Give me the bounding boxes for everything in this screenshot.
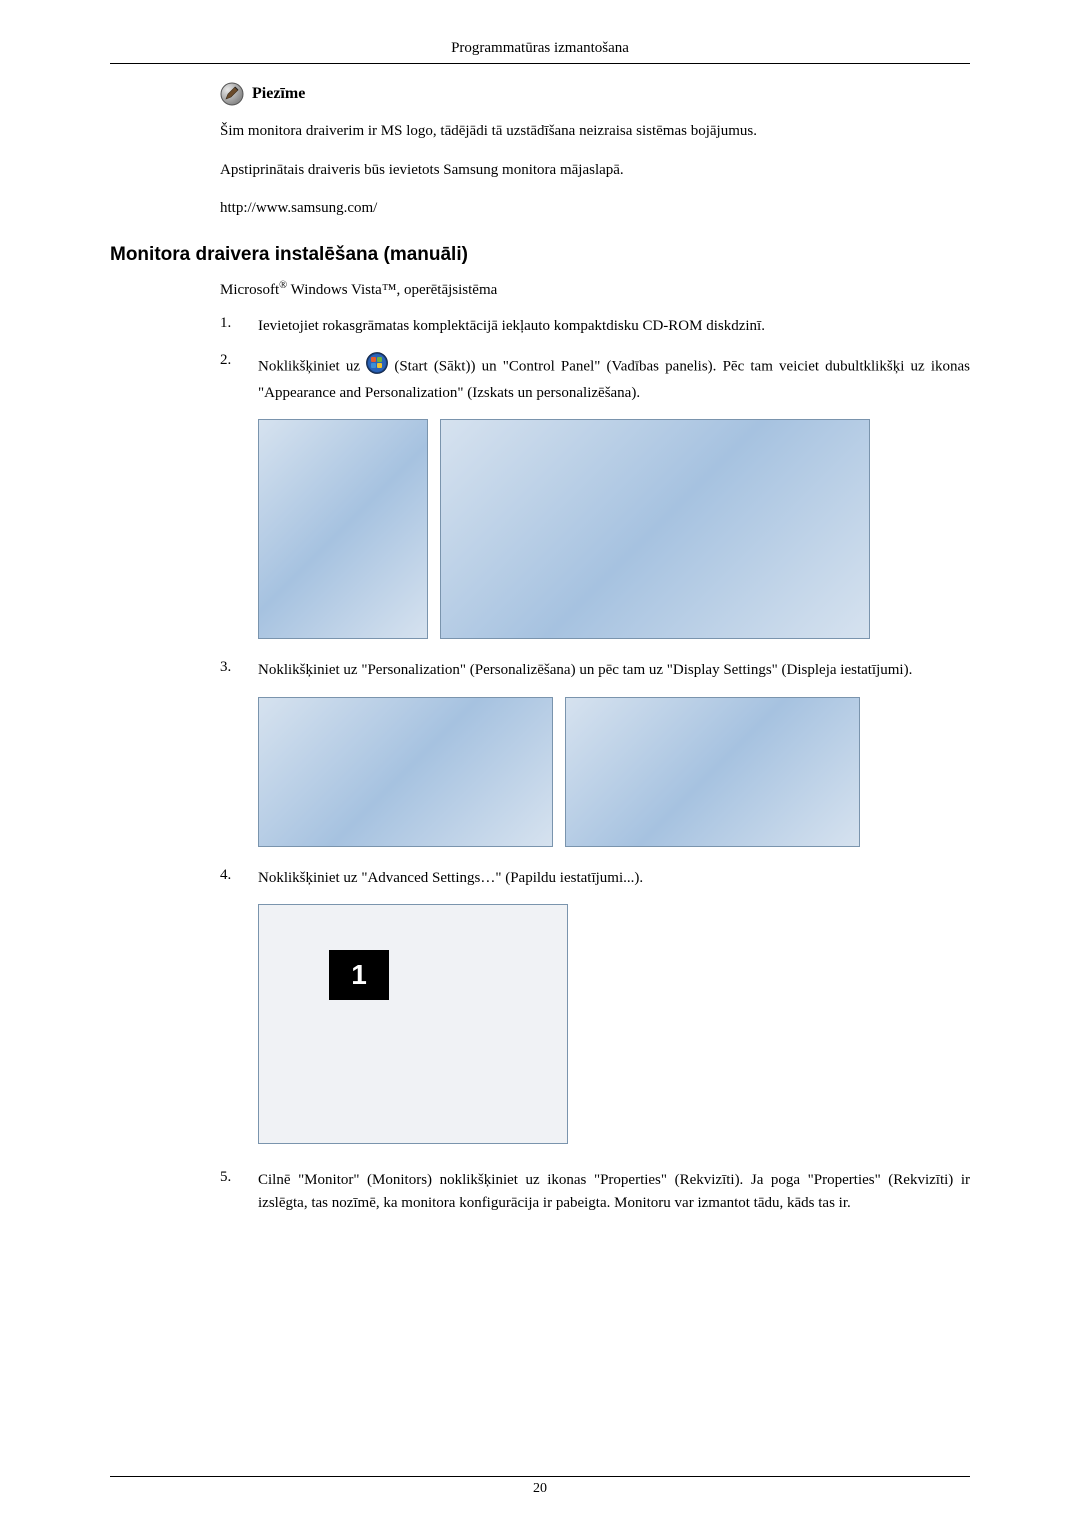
note-line-1: Šim monitora draiverim ir MS logo, tādēj…	[220, 120, 970, 143]
step-1-text: Ievietojiet rokasgrāmatas komplektācijā …	[258, 315, 970, 338]
note-title-row: Piezīme	[220, 82, 970, 106]
page-footer: 20	[110, 1476, 970, 1497]
step-1-number: 1.	[220, 315, 258, 338]
os-line: Microsoft® Windows Vista™, operētājsistē…	[220, 280, 970, 299]
step-4-text: Noklikšķiniet uz "Advanced Settings…" (P…	[258, 867, 970, 890]
registered-mark: ®	[279, 280, 287, 291]
step-3-number: 3.	[220, 659, 258, 682]
step-2-number: 2.	[220, 352, 258, 406]
step-4-number: 4.	[220, 867, 258, 890]
pencil-icon	[220, 82, 244, 106]
vista-display-settings-image: 1	[258, 904, 568, 1144]
step-5-text: Cilnē "Monitor" (Monitors) noklikšķiniet…	[258, 1169, 970, 1216]
section-body: Microsoft® Windows Vista™, operētājsistē…	[220, 280, 970, 406]
section-heading: Monitora draivera instalēšana (manuāli)	[110, 244, 970, 266]
note-block: Piezīme Šim monitora draiverim ir MS log…	[220, 82, 970, 220]
step-4-image-wrap: 1	[258, 904, 970, 1149]
step-1: 1. Ievietojiet rokasgrāmatas komplektāci…	[220, 315, 970, 338]
page-number: 20	[533, 1481, 547, 1496]
step-5-number: 5.	[220, 1169, 258, 1216]
note-link: http://www.samsung.com/	[220, 197, 970, 220]
step-3: 3. Noklikšķiniet uz "Personalization" (P…	[220, 659, 970, 682]
os-prefix: Microsoft	[220, 282, 279, 298]
step-4: 4. Noklikšķiniet uz "Advanced Settings…"…	[220, 867, 970, 890]
step-2-text-before: Noklikšķiniet uz	[258, 358, 366, 374]
vista-personalization-image	[565, 697, 860, 847]
step-2-images	[258, 419, 970, 639]
note-label: Piezīme	[252, 85, 305, 103]
step-5: 5. Cilnē "Monitor" (Monitors) noklikšķin…	[220, 1169, 970, 1216]
step-3-text: Noklikšķiniet uz "Personalization" (Pers…	[258, 659, 970, 682]
monitor-number-1: 1	[329, 950, 389, 1000]
vista-start-orb-icon	[366, 352, 388, 382]
vista-appearance-image	[258, 697, 553, 847]
vista-start-menu-image	[258, 419, 428, 639]
step-2-text: Noklikšķiniet uz (Start (Sākt)) un "Cont…	[258, 352, 970, 406]
header-title: Programmatūras izmantošana	[451, 40, 629, 56]
note-line-2: Apstiprinātais draiveris būs ievietots S…	[220, 159, 970, 182]
page-header: Programmatūras izmantošana	[110, 40, 970, 64]
step-3-images	[258, 697, 970, 847]
os-suffix: Windows Vista™, operētājsistēma	[287, 282, 497, 298]
vista-control-panel-image	[440, 419, 870, 639]
step-2: 2. Noklikšķiniet uz (Start (Sākt)) un "C…	[220, 352, 970, 406]
